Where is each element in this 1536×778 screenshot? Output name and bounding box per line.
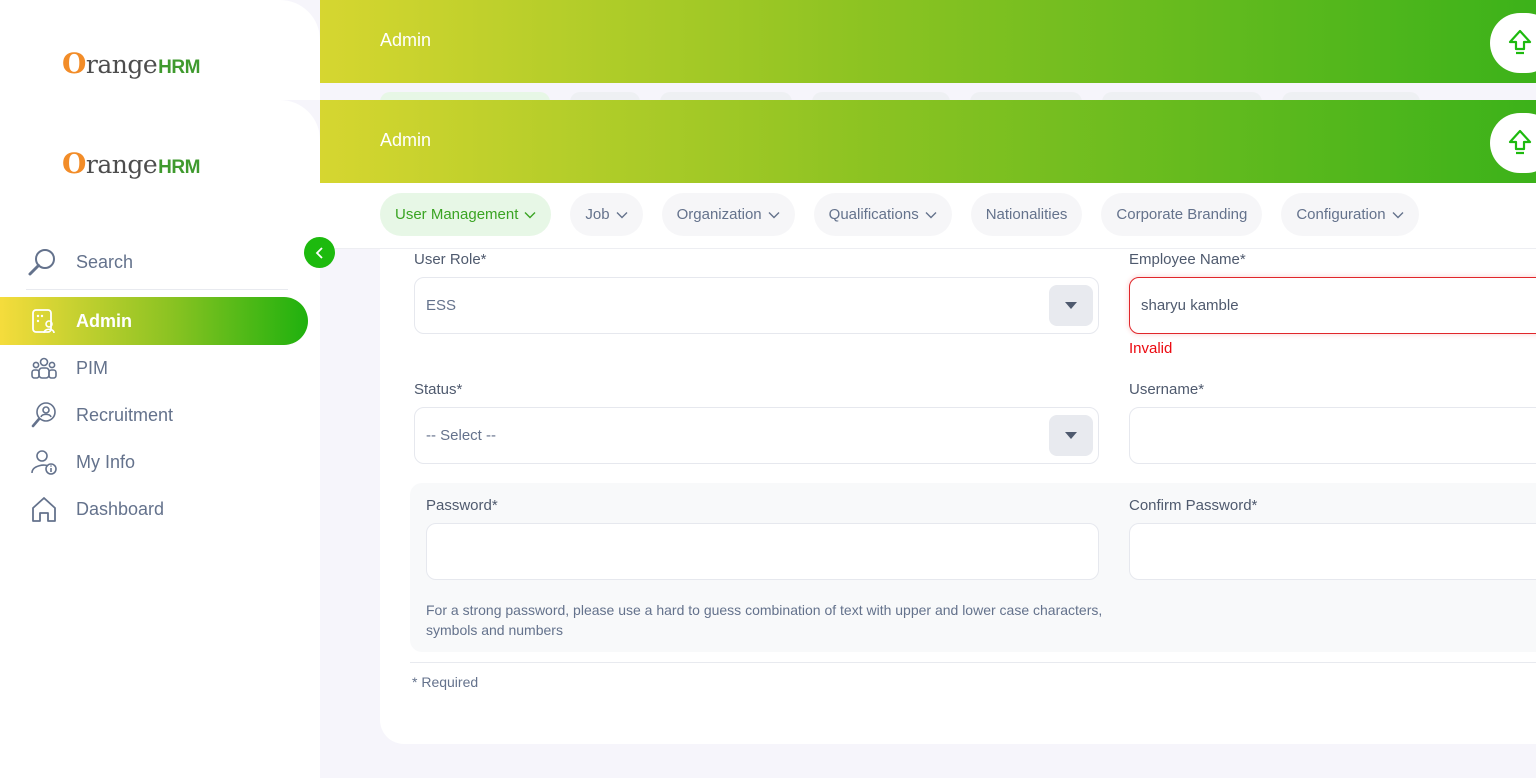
status-select[interactable]: -- Select -- [414, 407, 1099, 464]
sidebar-item-admin[interactable]: Admin [0, 297, 308, 345]
tab-label: Configuration [1296, 206, 1386, 223]
upgrade-button-ghost[interactable] [1490, 13, 1536, 73]
topbar: Admin [320, 100, 1536, 183]
status-label: Status* [414, 381, 463, 398]
employee-name-label: Employee Name* [1129, 251, 1246, 268]
sidebar-item-my-info[interactable]: My Info [0, 438, 308, 486]
upgrade-icon [1508, 129, 1532, 155]
tab-label: Corporate Branding [1116, 206, 1248, 223]
sidebar-search[interactable]: Search [26, 236, 288, 290]
sidebar-item-label: Dashboard [76, 498, 165, 519]
ghost-page-title: Admin [380, 30, 432, 50]
username-label: Username* [1129, 381, 1205, 398]
confirm-password-input[interactable] [1129, 523, 1536, 580]
chevron-down-icon [1392, 211, 1404, 218]
tab-label: Job [585, 206, 610, 223]
user-role-value: ESS [426, 297, 457, 314]
user-role-select[interactable]: ESS [414, 277, 1099, 334]
tab-configuration[interactable]: Configuration [1281, 193, 1419, 236]
tab-label: Organization [676, 206, 762, 223]
sidebar-menu: Admin PIM Recruitment My Info Dashboard [0, 297, 308, 532]
tab-corporate-branding[interactable]: Corporate Branding [1101, 193, 1263, 236]
caret-down-icon [1065, 301, 1077, 309]
brand-logo[interactable]: Orange HRM [62, 143, 200, 183]
sidebar-item-label: My Info [76, 451, 136, 472]
tab-qualifications[interactable]: Qualifications [813, 193, 952, 236]
dropdown-arrow-button[interactable] [1049, 415, 1093, 456]
ghost-tabs [380, 92, 1420, 112]
tab-organization[interactable]: Organization [661, 193, 795, 236]
sidebar: Orange HRM Search Admin PIM Recruitment … [0, 100, 335, 778]
sidebar-item-label: Recruitment [76, 404, 174, 425]
admin-tabs-bar: User Management Job Organization Qualifi… [320, 183, 1536, 249]
employee-name-input[interactable]: sharyu kamble [1129, 277, 1536, 334]
search-label: Search [76, 252, 134, 272]
dashboard-icon [30, 495, 58, 523]
add-user-form-card: User Role* ESS Employee Name* sharyu kam… [380, 249, 1536, 744]
tab-label: Nationalities [985, 206, 1068, 223]
sidebar-item-label: Admin [76, 310, 132, 331]
password-input[interactable] [426, 523, 1099, 580]
sidebar-item-pim[interactable]: PIM [0, 344, 308, 392]
ghost-sidebar-top: Orange HRM [0, 0, 320, 100]
my-info-icon [30, 448, 58, 476]
user-role-label: User Role* [414, 251, 487, 268]
confirm-password-label: Confirm Password* [1129, 497, 1258, 514]
chevron-down-icon [925, 211, 937, 218]
password-section: Password* Confirm Password* For a strong… [410, 483, 1536, 652]
pim-icon [30, 354, 58, 382]
form-divider [410, 662, 1536, 663]
tab-user-management[interactable]: User Management [380, 193, 552, 236]
tab-label: User Management [395, 206, 519, 223]
admin-icon [30, 307, 58, 335]
employee-name-value: sharyu kamble [1141, 297, 1239, 314]
page-title: Admin [380, 130, 432, 150]
tab-label: Qualifications [828, 206, 919, 223]
sidebar-item-label: PIM [76, 357, 109, 378]
chevron-down-icon [616, 211, 628, 218]
brand-logo-ghost: Orange HRM [62, 46, 200, 80]
recruitment-icon [30, 401, 58, 429]
tab-nationalities[interactable]: Nationalities [970, 193, 1083, 236]
password-hint: For a strong password, please use a hard… [426, 602, 1103, 638]
sidebar-collapse-button[interactable] [304, 237, 335, 268]
sidebar-item-dashboard[interactable]: Dashboard [0, 485, 308, 533]
username-input[interactable] [1129, 407, 1536, 464]
chevron-left-icon [315, 246, 323, 259]
upgrade-button[interactable] [1490, 113, 1536, 173]
upgrade-icon [1508, 29, 1532, 55]
required-note: * Required [412, 674, 479, 690]
ghost-topbar: Admin [320, 0, 1536, 83]
chevron-down-icon [768, 211, 780, 218]
password-label: Password* [426, 497, 498, 514]
search-icon [28, 248, 55, 275]
employee-name-error: Invalid [1129, 340, 1173, 357]
chevron-down-icon [524, 211, 536, 218]
status-value: -- Select -- [426, 427, 497, 444]
dropdown-arrow-button[interactable] [1049, 285, 1093, 326]
sidebar-item-recruitment[interactable]: Recruitment [0, 391, 308, 439]
tab-job[interactable]: Job [570, 193, 643, 236]
caret-down-icon [1065, 431, 1077, 439]
ghost-header: Orange HRM Admin [0, 0, 1536, 112]
